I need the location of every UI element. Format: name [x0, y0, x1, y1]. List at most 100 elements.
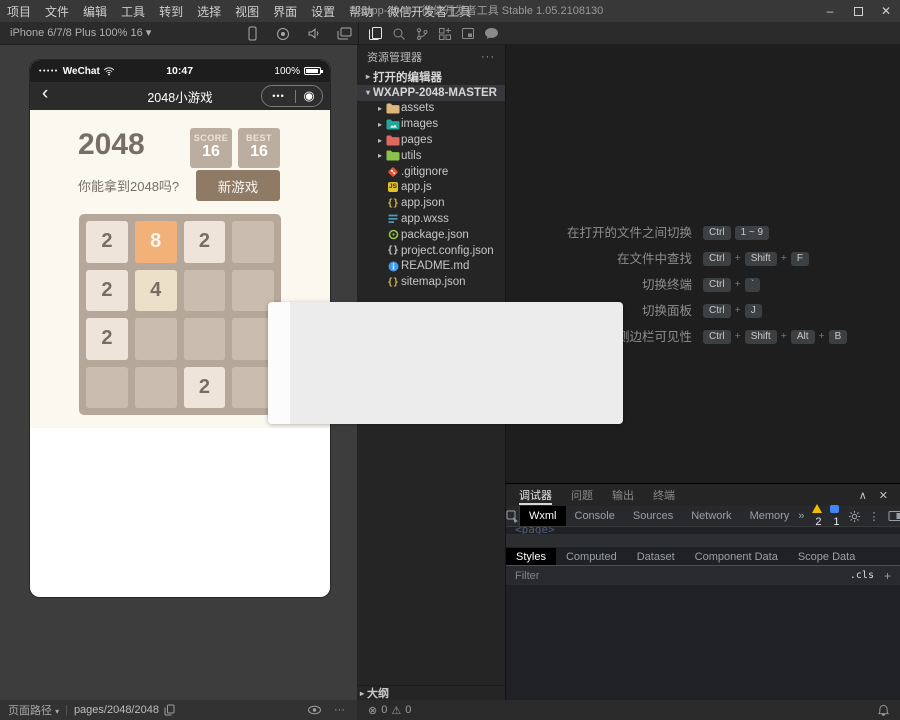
footer-more-icon[interactable]: ···: [334, 704, 345, 716]
styles-tab-component-data[interactable]: Component Data: [685, 548, 788, 565]
menu-item-2[interactable]: 编辑: [76, 3, 114, 20]
tree-item-wxapp-2048-master[interactable]: ▾WXAPP-2048-MASTER: [357, 85, 505, 101]
page-blank-area: [30, 428, 330, 597]
styles-tab-dataset[interactable]: Dataset: [627, 548, 685, 565]
tree-item-assets[interactable]: ▸assets: [357, 101, 505, 117]
tree-item-label: README.md: [401, 260, 469, 272]
menu-item-6[interactable]: 视图: [228, 3, 266, 20]
extensions-icon[interactable]: [438, 27, 452, 41]
menu-item-5[interactable]: 选择: [190, 3, 228, 20]
plus-separator: +: [735, 330, 741, 342]
tree-item-readme-md[interactable]: README.md: [357, 259, 505, 275]
minimize-button[interactable]: –: [816, 0, 844, 22]
toolbar: iPhone 6/7/8 Plus 100% 16 ▾: [0, 22, 900, 45]
device-icon[interactable]: [246, 26, 259, 41]
close-button[interactable]: ✕: [872, 0, 900, 22]
menu-item-1[interactable]: 文件: [38, 3, 76, 20]
plus-separator: +: [735, 304, 741, 316]
devtools-tab-memory[interactable]: Memory: [741, 506, 799, 526]
compile-mode-icon[interactable]: [276, 27, 290, 41]
debugger-tab-2[interactable]: 输出: [612, 484, 634, 506]
devtools-tab-network[interactable]: Network: [682, 506, 740, 526]
styles-tab-computed[interactable]: Computed: [556, 548, 627, 565]
tree-item-app-js[interactable]: JSapp.js: [357, 180, 505, 196]
device-selector[interactable]: iPhone 6/7/8 Plus 100% 16 ▾: [10, 22, 151, 45]
tree-item-gitignore[interactable]: .gitignore: [357, 164, 505, 180]
warnings-count[interactable]: 0: [405, 704, 411, 716]
menu-item-3[interactable]: 工具: [114, 3, 152, 20]
styles-tab-styles[interactable]: Styles: [506, 548, 556, 565]
menu-item-4[interactable]: 转到: [152, 3, 190, 20]
battery-icon: [304, 67, 321, 75]
score-value: 16: [190, 143, 232, 160]
shortcut-keys: Ctrl+`: [701, 274, 762, 292]
plus-separator: +: [781, 330, 787, 342]
more-actions-icon[interactable]: ···: [481, 51, 495, 63]
wechat-devtools-window: 项目文件编辑工具转到选择视图界面设置帮助微信开发者工具 wxapp-2048 -…: [0, 0, 900, 720]
tree-item-pages[interactable]: ▸pages: [357, 132, 505, 148]
new-game-button[interactable]: 新游戏: [196, 170, 280, 201]
status-bar: 页面路径 ▾ | pages/2048/2048 ··· ⊗ 0 ⚠ 0: [0, 700, 900, 720]
tree-item-label: package.json: [401, 229, 469, 241]
back-icon[interactable]: ‹: [42, 83, 48, 105]
more-tabs-icon[interactable]: »: [798, 510, 804, 522]
styles-filter-row: Filter .cls +: [506, 566, 900, 585]
search-icon[interactable]: [392, 27, 406, 41]
dock-side-icon[interactable]: [888, 510, 900, 522]
ide-status-bar: ⊗ 0 ⚠ 0: [357, 700, 900, 720]
keycap: Ctrl: [703, 304, 731, 318]
styles-tab-scope-data[interactable]: Scope Data: [788, 548, 865, 565]
preview-icon[interactable]: [461, 27, 475, 40]
outline-section[interactable]: ▸ 大纲: [357, 685, 505, 700]
folder-images-icon: [385, 119, 401, 130]
settings-gear-icon[interactable]: [848, 510, 861, 523]
tile-2-4: 2: [86, 270, 128, 312]
copy-path-icon[interactable]: [164, 704, 175, 716]
tree-item-images[interactable]: ▸images: [357, 116, 505, 132]
tree-item-0[interactable]: ▸打开的编辑器: [357, 69, 505, 85]
multi-window-icon[interactable]: [337, 27, 352, 40]
tree-item-sitemap-json[interactable]: {}sitemap.json: [357, 274, 505, 290]
warnings-badge[interactable]: 2: [812, 504, 822, 528]
devtools-right-cluster: » 2 1 ⋮: [798, 504, 900, 528]
tile-8-1: 8: [135, 221, 177, 263]
menu-item-7[interactable]: 界面: [266, 3, 304, 20]
eye-icon[interactable]: [307, 705, 322, 715]
debugger-tab-0[interactable]: 调试器: [519, 484, 552, 506]
toggle-class-button[interactable]: .cls: [850, 570, 874, 581]
debugger-tab-1[interactable]: 问题: [571, 484, 593, 506]
devtools-tab-wxml[interactable]: Wxml: [520, 506, 566, 526]
tree-item-package-json[interactable]: package.json: [357, 227, 505, 243]
inspect-element-icon[interactable]: [506, 506, 520, 526]
maximize-button[interactable]: [844, 0, 872, 22]
tree-item-project-config-json[interactable]: {}project.config.json: [357, 243, 505, 259]
more-menu-button[interactable]: •••: [262, 91, 295, 101]
new-style-rule-icon[interactable]: +: [884, 569, 891, 583]
tree-item-app-wxss[interactable]: app.wxss: [357, 211, 505, 227]
game-board[interactable]: 2822422: [79, 214, 281, 415]
issues-badge[interactable]: 1: [830, 504, 839, 528]
tile-empty-10: [184, 318, 226, 360]
tree-item-utils[interactable]: ▸utils: [357, 148, 505, 164]
shortcut-label: 切换终端: [506, 274, 701, 293]
collapse-panel-icon[interactable]: ∧: [859, 489, 867, 502]
elements-tree[interactable]: <page>: [506, 527, 900, 548]
exit-miniprogram-button[interactable]: ◉: [296, 86, 322, 106]
debugger-tab-3[interactable]: 终端: [653, 484, 675, 506]
page-path-selector[interactable]: 页面路径 ▾: [8, 702, 59, 718]
mute-icon[interactable]: [307, 27, 320, 40]
devtools-tab-console[interactable]: Console: [566, 506, 624, 526]
filter-input[interactable]: Filter: [515, 570, 539, 582]
tree-item-app-json[interactable]: {}app.json: [357, 195, 505, 211]
close-panel-icon[interactable]: ✕: [879, 489, 888, 502]
wechat-logo-icon[interactable]: [484, 27, 500, 40]
plus-separator: +: [735, 252, 741, 264]
menu-item-0[interactable]: 项目: [0, 3, 38, 20]
source-control-icon[interactable]: [415, 27, 429, 41]
notifications-bell-icon[interactable]: [878, 704, 889, 717]
devtools-tab-sources[interactable]: Sources: [624, 506, 682, 526]
overflow-menu-icon[interactable]: ⋮: [869, 510, 880, 523]
menu-item-8[interactable]: 设置: [304, 3, 342, 20]
explorer-icon[interactable]: [368, 26, 383, 41]
errors-count[interactable]: 0: [381, 704, 387, 716]
